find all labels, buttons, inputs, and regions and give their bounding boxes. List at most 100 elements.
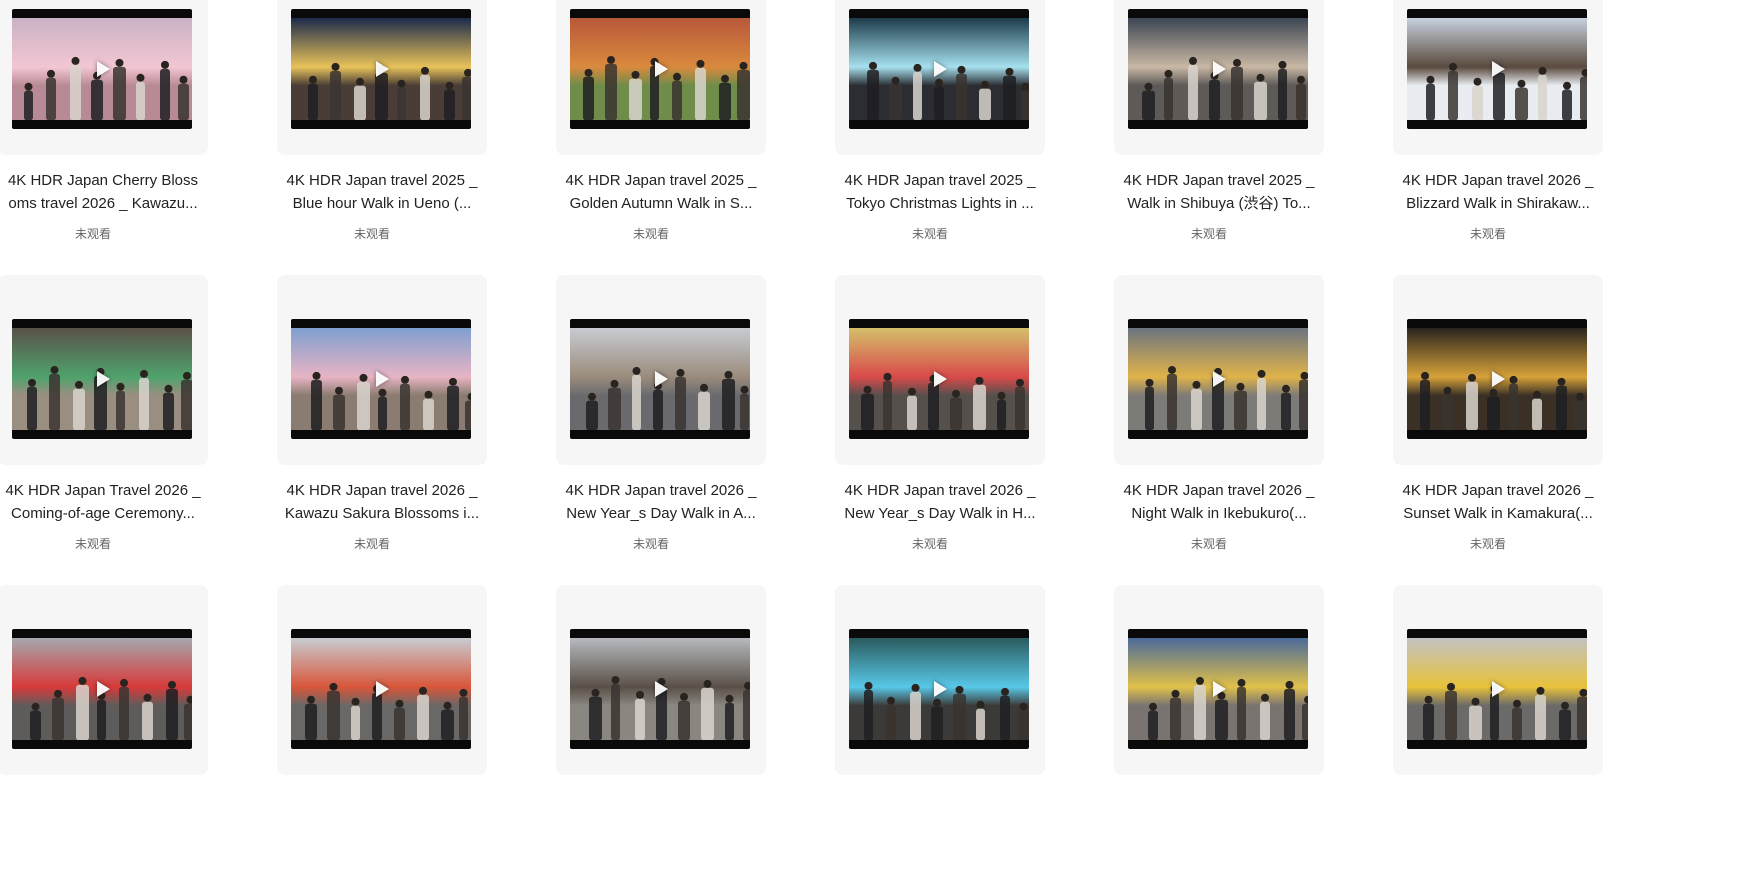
video-title[interactable]: 4K HDR Japan travel 2025 _ Walk in Shibuy…: [1084, 169, 1354, 215]
video-thumbnail[interactable]: [1407, 9, 1587, 129]
play-icon[interactable]: [1213, 681, 1226, 697]
video-card[interactable]: 4K HDR Japan travel 2025 _ Walk in Shibuy…: [1114, 0, 1324, 275]
play-icon[interactable]: [97, 681, 110, 697]
video-thumbnail-container[interactable]: [0, 275, 208, 465]
video-thumbnail[interactable]: [12, 319, 192, 439]
video-card[interactable]: 4K HDR Japan Travel 2026 _ Coming-of-age …: [0, 275, 208, 585]
video-thumbnail-container[interactable]: [556, 275, 766, 465]
video-thumbnail[interactable]: [849, 629, 1029, 749]
video-title-line-1: 4K HDR Japan travel 2026 _: [844, 482, 1036, 499]
video-title[interactable]: 4K HDR Japan travel 2025 _ Tokyo Christma…: [805, 169, 1075, 215]
video-title[interactable]: 4K HDR Japan travel 2026 _ Night Walk in …: [1084, 479, 1354, 525]
watch-status: 未观看: [353, 537, 390, 551]
play-icon[interactable]: [376, 61, 389, 77]
play-icon[interactable]: [1492, 61, 1505, 77]
video-thumbnail[interactable]: [570, 9, 750, 129]
video-title[interactable]: 4K HDR Japan Cherry Bloss oms travel 2026…: [0, 169, 238, 215]
video-card[interactable]: 4K HDR Japan travel 2026 _ Sunset Walk in…: [1393, 275, 1603, 585]
video-thumbnail[interactable]: [570, 629, 750, 749]
video-thumbnail[interactable]: [12, 629, 192, 749]
play-icon[interactable]: [1213, 61, 1226, 77]
play-icon[interactable]: [655, 681, 668, 697]
video-title-line-2: Walk in Shibuya (渋谷) To...: [1127, 195, 1311, 212]
video-card[interactable]: 4K HDR Japan travel 2026 _ New Year_s Day…: [556, 275, 766, 585]
video-thumbnail[interactable]: [291, 319, 471, 439]
video-thumbnail-container[interactable]: [835, 0, 1045, 155]
video-thumbnail[interactable]: [1128, 629, 1308, 749]
video-title[interactable]: 4K HDR Japan travel 2025 _ Golden Autumn …: [526, 169, 796, 215]
thumbnail-people: [864, 681, 1029, 740]
video-card[interactable]: 4K HDR Japan travel 2026 _ Night Walk in …: [1114, 275, 1324, 585]
video-thumbnail-container[interactable]: [1114, 275, 1324, 465]
play-icon[interactable]: [97, 61, 110, 77]
video-thumbnail-container[interactable]: [1114, 585, 1324, 775]
play-icon[interactable]: [1492, 371, 1505, 387]
video-card[interactable]: 4K HDR Japan travel 2025 _ Tokyo Christma…: [835, 0, 1045, 275]
video-title-line-2: Golden Autumn Walk in S...: [569, 195, 753, 212]
video-card[interactable]: 4K HDR Japan travel 2026 _ Blizzard Walk …: [1393, 0, 1603, 275]
video-thumbnail[interactable]: [291, 629, 471, 749]
video-thumbnail-container[interactable]: [277, 585, 487, 775]
video-thumbnail[interactable]: [291, 9, 471, 129]
video-title[interactable]: 4K HDR Japan travel 2026 _ New Year_s Day…: [805, 479, 1075, 525]
video-thumbnail-container[interactable]: [1114, 0, 1324, 155]
watch-status: 未观看: [1190, 227, 1227, 241]
play-icon[interactable]: [934, 681, 947, 697]
video-title[interactable]: 4K HDR Japan Travel 2026 _ Coming-of-age …: [0, 479, 238, 525]
video-title-line-2: Kawazu Sakura Blossoms i...: [284, 505, 480, 522]
video-thumbnail-container[interactable]: [835, 585, 1045, 775]
video-thumbnail[interactable]: [1407, 629, 1587, 749]
video-thumbnail-container[interactable]: [1393, 275, 1603, 465]
video-thumbnail[interactable]: [1128, 9, 1308, 129]
video-card[interactable]: [1114, 585, 1324, 895]
play-icon[interactable]: [934, 61, 947, 77]
video-card[interactable]: 4K HDR Japan travel 2026 _ Kawazu Sakura …: [277, 275, 487, 585]
video-card[interactable]: [277, 585, 487, 895]
play-icon[interactable]: [97, 371, 110, 387]
video-thumbnail-container[interactable]: [277, 275, 487, 465]
video-thumbnail[interactable]: [1407, 319, 1587, 439]
video-thumbnail-container[interactable]: [556, 0, 766, 155]
play-icon[interactable]: [934, 371, 947, 387]
video-title-line-1: 4K HDR Japan travel 2026 _: [1402, 482, 1594, 499]
thumbnail-people: [305, 682, 468, 740]
video-grid: 4K HDR Japan Cherry Bloss oms travel 2026…: [0, 0, 1756, 775]
video-title[interactable]: 4K HDR Japan travel 2026 _ Kawazu Sakura …: [247, 479, 517, 525]
watch-status: 未观看: [911, 537, 948, 551]
video-title-line-1: 4K HDR Japan travel 2026 _: [1123, 482, 1315, 499]
video-thumbnail[interactable]: [570, 319, 750, 439]
video-thumbnail-container[interactable]: [277, 0, 487, 155]
video-title-line-1: 4K HDR Japan travel 2026 _: [565, 482, 757, 499]
video-title-line-1: 4K HDR Japan travel 2025 _: [844, 172, 1036, 189]
video-title[interactable]: 4K HDR Japan travel 2026 _ Blizzard Walk …: [1363, 169, 1633, 215]
video-thumbnail[interactable]: [1128, 319, 1308, 439]
play-icon[interactable]: [1492, 681, 1505, 697]
video-card[interactable]: [556, 585, 766, 895]
thumbnail-people: [867, 61, 1029, 120]
video-card[interactable]: [0, 585, 208, 895]
video-thumbnail-container[interactable]: [556, 585, 766, 775]
video-thumbnail[interactable]: [849, 9, 1029, 129]
video-thumbnail-container[interactable]: [0, 0, 208, 155]
video-title[interactable]: 4K HDR Japan travel 2026 _ New Year_s Day…: [526, 479, 796, 525]
video-thumbnail-container[interactable]: [1393, 0, 1603, 155]
play-icon[interactable]: [376, 371, 389, 387]
video-card[interactable]: [835, 585, 1045, 895]
video-card[interactable]: 4K HDR Japan travel 2025 _ Golden Autumn …: [556, 0, 766, 275]
play-icon[interactable]: [655, 61, 668, 77]
video-title[interactable]: 4K HDR Japan travel 2026 _ Sunset Walk in…: [1363, 479, 1633, 525]
video-thumbnail[interactable]: [849, 319, 1029, 439]
play-icon[interactable]: [655, 371, 668, 387]
thumbnail-people: [1142, 56, 1306, 120]
video-thumbnail[interactable]: [12, 9, 192, 129]
play-icon[interactable]: [1213, 371, 1226, 387]
video-card[interactable]: 4K HDR Japan travel 2025 _ Blue hour Walk…: [277, 0, 487, 275]
video-thumbnail-container[interactable]: [0, 585, 208, 775]
video-thumbnail-container[interactable]: [1393, 585, 1603, 775]
video-card[interactable]: 4K HDR Japan Cherry Bloss oms travel 2026…: [0, 0, 208, 275]
video-card[interactable]: [1393, 585, 1603, 895]
video-card[interactable]: 4K HDR Japan travel 2026 _ New Year_s Day…: [835, 275, 1045, 585]
video-thumbnail-container[interactable]: [835, 275, 1045, 465]
video-title[interactable]: 4K HDR Japan travel 2025 _ Blue hour Walk…: [247, 169, 517, 215]
play-icon[interactable]: [376, 681, 389, 697]
